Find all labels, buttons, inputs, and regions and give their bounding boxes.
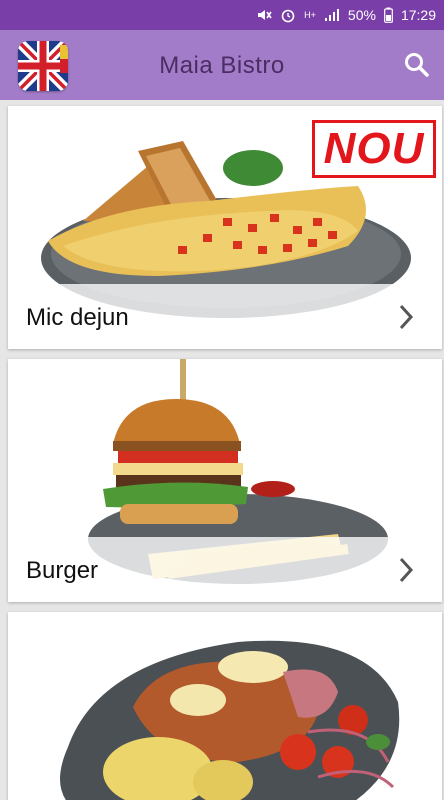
schnitzel-image <box>8 612 442 800</box>
chevron-right-icon <box>399 304 414 330</box>
alarm-icon <box>280 7 296 23</box>
category-card-breakfast[interactable]: NOU Mic dejun <box>8 106 442 349</box>
signal-icon <box>324 8 340 22</box>
category-name: Burger <box>26 557 99 584</box>
clock: 17:29 <box>400 7 436 23</box>
app-title: Maia Bistro <box>159 52 285 79</box>
category-list: NOU Mic dejun Burger <box>0 100 444 800</box>
category-card-burger[interactable]: Burger <box>8 359 442 602</box>
search-icon[interactable] <box>402 50 432 80</box>
battery-icon <box>384 7 393 23</box>
category-card-main[interactable] <box>8 612 442 800</box>
battery-percent: 50% <box>347 7 376 23</box>
network-type-label: H+ <box>304 10 316 20</box>
chevron-right-icon <box>399 557 414 583</box>
new-badge: NOU <box>312 120 436 178</box>
status-bar: H+ 50% 17:29 <box>0 0 444 30</box>
app-toolbar: Maia Bistro <box>0 30 444 100</box>
mute-icon <box>256 7 272 23</box>
category-name: Mic dejun <box>26 304 129 331</box>
